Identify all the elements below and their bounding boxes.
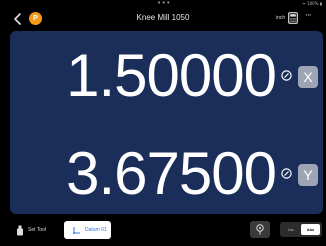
status-bar: ••• ᯤ 100% ▮ [0,0,326,8]
multitask-dots[interactable]: ••• [157,0,171,7]
probe-icon[interactable] [281,70,292,81]
dro-panel: 1.50000 X 3.67500 Y [10,31,323,214]
tool-icon [17,225,23,235]
axis-button-y[interactable]: Y [298,164,318,186]
dro-value-x[interactable]: 1.50000 [66,41,277,111]
set-tool-button[interactable]: Set Tool [16,221,46,239]
axis-row-y: 3.67500 Y [10,139,323,209]
axis-button-x[interactable]: X [298,66,318,88]
probe-button[interactable] [250,221,270,238]
more-menu-icon[interactable]: ··· [305,11,312,21]
mode-inc-option[interactable]: Inc [282,224,300,235]
inc-abs-toggle: Inc Abs [280,222,322,237]
status-indicators: ᯤ 100% ▮ [302,1,322,6]
mode-abs-option[interactable]: Abs [301,224,320,235]
calculator-icon[interactable] [288,12,298,24]
datum-button[interactable]: Datum 01 [64,221,111,239]
bottom-toolbar: Set Tool Datum 01 Inc Abs [0,214,326,246]
nav-bar: P Knee Mill 1050 inch ··· [0,8,326,30]
axis-row-x: 1.50000 X [10,41,323,111]
set-tool-label: Set Tool [28,227,46,233]
probe-icon[interactable] [281,168,292,179]
dro-value-y[interactable]: 3.67500 [66,139,277,209]
unit-toggle[interactable]: inch [276,15,285,21]
probe-icon [256,224,264,235]
datum-axes-icon [73,227,80,234]
datum-label: Datum 01 [85,227,107,233]
